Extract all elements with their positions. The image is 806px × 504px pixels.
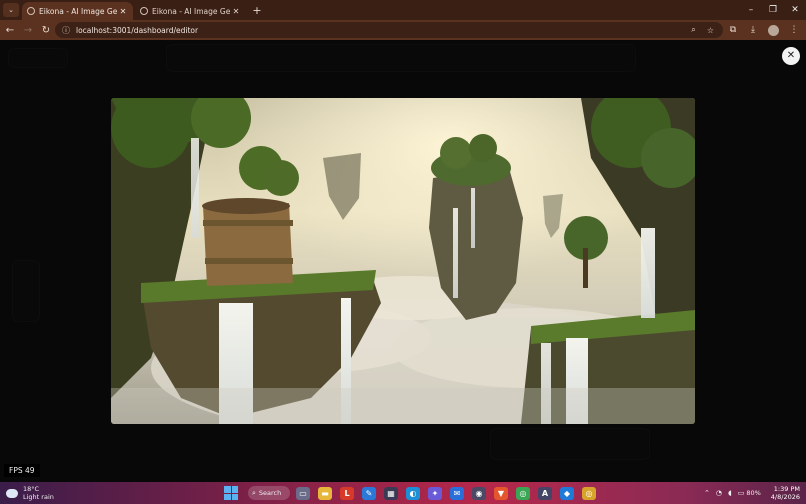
- globe-icon: [27, 7, 35, 15]
- window-controls: – ❐ ✕: [740, 0, 806, 20]
- edge-icon[interactable]: ◐: [406, 486, 420, 500]
- clock-date: 4/8/2026: [770, 493, 800, 501]
- search-icon: ⌕: [252, 488, 256, 497]
- tab-inactive[interactable]: Eikona - AI Image Generation S ✕: [135, 2, 246, 20]
- clock[interactable]: 1:39 PM 4/8/2026: [771, 485, 800, 501]
- fantasy-landscape-image: [111, 98, 695, 424]
- bookmark-star-icon[interactable]: ☆: [702, 26, 719, 35]
- window-close-button[interactable]: ✕: [784, 0, 806, 20]
- task-view-icon[interactable]: ▭: [296, 486, 310, 500]
- zoom-icon[interactable]: ⌕: [685, 25, 702, 35]
- app-l-icon[interactable]: L: [340, 486, 354, 500]
- camera-icon[interactable]: ◉: [472, 486, 486, 500]
- page-viewport: ✕ FPS 49: [0, 40, 806, 482]
- tab-title: Eikona - AI Image Generation S: [152, 6, 231, 16]
- browser-tab-strip: ⌄ Eikona - AI Image Generation S ✕ Eikon…: [0, 0, 806, 20]
- app-a-icon[interactable]: A: [538, 486, 552, 500]
- volume-icon[interactable]: ◖: [728, 489, 732, 497]
- chevron-down-icon: ⌄: [8, 6, 14, 14]
- mail-icon[interactable]: ✉: [450, 486, 464, 500]
- windows-taskbar: 18°C Light rain ⌕ Search ▭ ▬ L ✎ ▦ ◐ ✦ ✉ ◉ ▼ ◎ A ◆ ◎ …: [0, 482, 806, 504]
- chrome-icon[interactable]: ◎: [516, 486, 530, 500]
- weather-desc: Light rain: [23, 493, 54, 501]
- modal-close-button[interactable]: ✕: [782, 47, 800, 65]
- url-text: localhost:3001/dashboard/editor: [76, 25, 199, 35]
- fps-counter: FPS 49: [4, 464, 40, 477]
- cloud-rain-icon: [6, 488, 18, 498]
- battery-percent: 80%: [746, 489, 761, 497]
- address-bar[interactable]: ⓘ localhost:3001/dashboard/editor ⌕ ☆: [55, 22, 723, 38]
- system-tray: ⌃ ◔ ◖ ▭ 80% 1:39 PM 4/8/2026: [698, 484, 800, 502]
- toolbar-actions: ⧉ ⤓ ⋮: [723, 20, 804, 40]
- extensions-icon[interactable]: ⧉: [723, 25, 743, 35]
- back-button[interactable]: ←: [2, 25, 18, 36]
- preview-image: [111, 98, 695, 424]
- app-store-icon[interactable]: ▦: [384, 486, 398, 500]
- tab-active[interactable]: Eikona - AI Image Generation S ✕: [22, 2, 133, 20]
- wifi-icon[interactable]: ◔: [716, 489, 722, 497]
- new-tab-button[interactable]: +: [250, 4, 264, 17]
- menu-kebab-icon[interactable]: ⋮: [784, 25, 804, 35]
- taskbar-search[interactable]: ⌕ Search: [248, 486, 290, 500]
- vscode-icon[interactable]: ◆: [560, 486, 574, 500]
- tab-title: Eikona - AI Image Generation S: [39, 6, 118, 16]
- profile-avatar[interactable]: [768, 24, 779, 36]
- app-copilot-icon[interactable]: ✦: [428, 486, 442, 500]
- chrome-2-icon[interactable]: ◎: [582, 486, 596, 500]
- tab-close-icon[interactable]: ✕: [231, 7, 241, 16]
- file-explorer-icon[interactable]: ▬: [318, 486, 332, 500]
- forward-button[interactable]: →: [20, 25, 36, 36]
- search-label: Search: [258, 489, 282, 497]
- minimize-button[interactable]: –: [740, 0, 762, 20]
- tab-close-icon[interactable]: ✕: [118, 7, 128, 16]
- windows-logo-icon: [224, 486, 231, 493]
- restore-button[interactable]: ❐: [762, 0, 784, 20]
- taskbar-apps: ⌕ Search ▭ ▬ L ✎ ▦ ◐ ✦ ✉ ◉ ▼ ◎ A ◆ ◎: [224, 485, 604, 501]
- start-button[interactable]: [224, 486, 238, 500]
- download-icon[interactable]: ⤓: [743, 25, 763, 35]
- battery-icon[interactable]: ▭: [738, 489, 745, 497]
- site-info-icon[interactable]: ⓘ: [59, 25, 73, 36]
- brave-icon[interactable]: ▼: [494, 486, 508, 500]
- reload-button[interactable]: ↻: [38, 25, 54, 36]
- weather-temp: 18°C: [23, 485, 40, 493]
- app-draw-icon[interactable]: ✎: [362, 486, 376, 500]
- weather-widget[interactable]: 18°C Light rain: [6, 485, 54, 501]
- globe-icon: [140, 7, 148, 15]
- tab-search-button[interactable]: ⌄: [3, 3, 19, 17]
- clock-time: 1:39 PM: [773, 485, 800, 493]
- chevron-up-icon[interactable]: ⌃: [704, 489, 710, 497]
